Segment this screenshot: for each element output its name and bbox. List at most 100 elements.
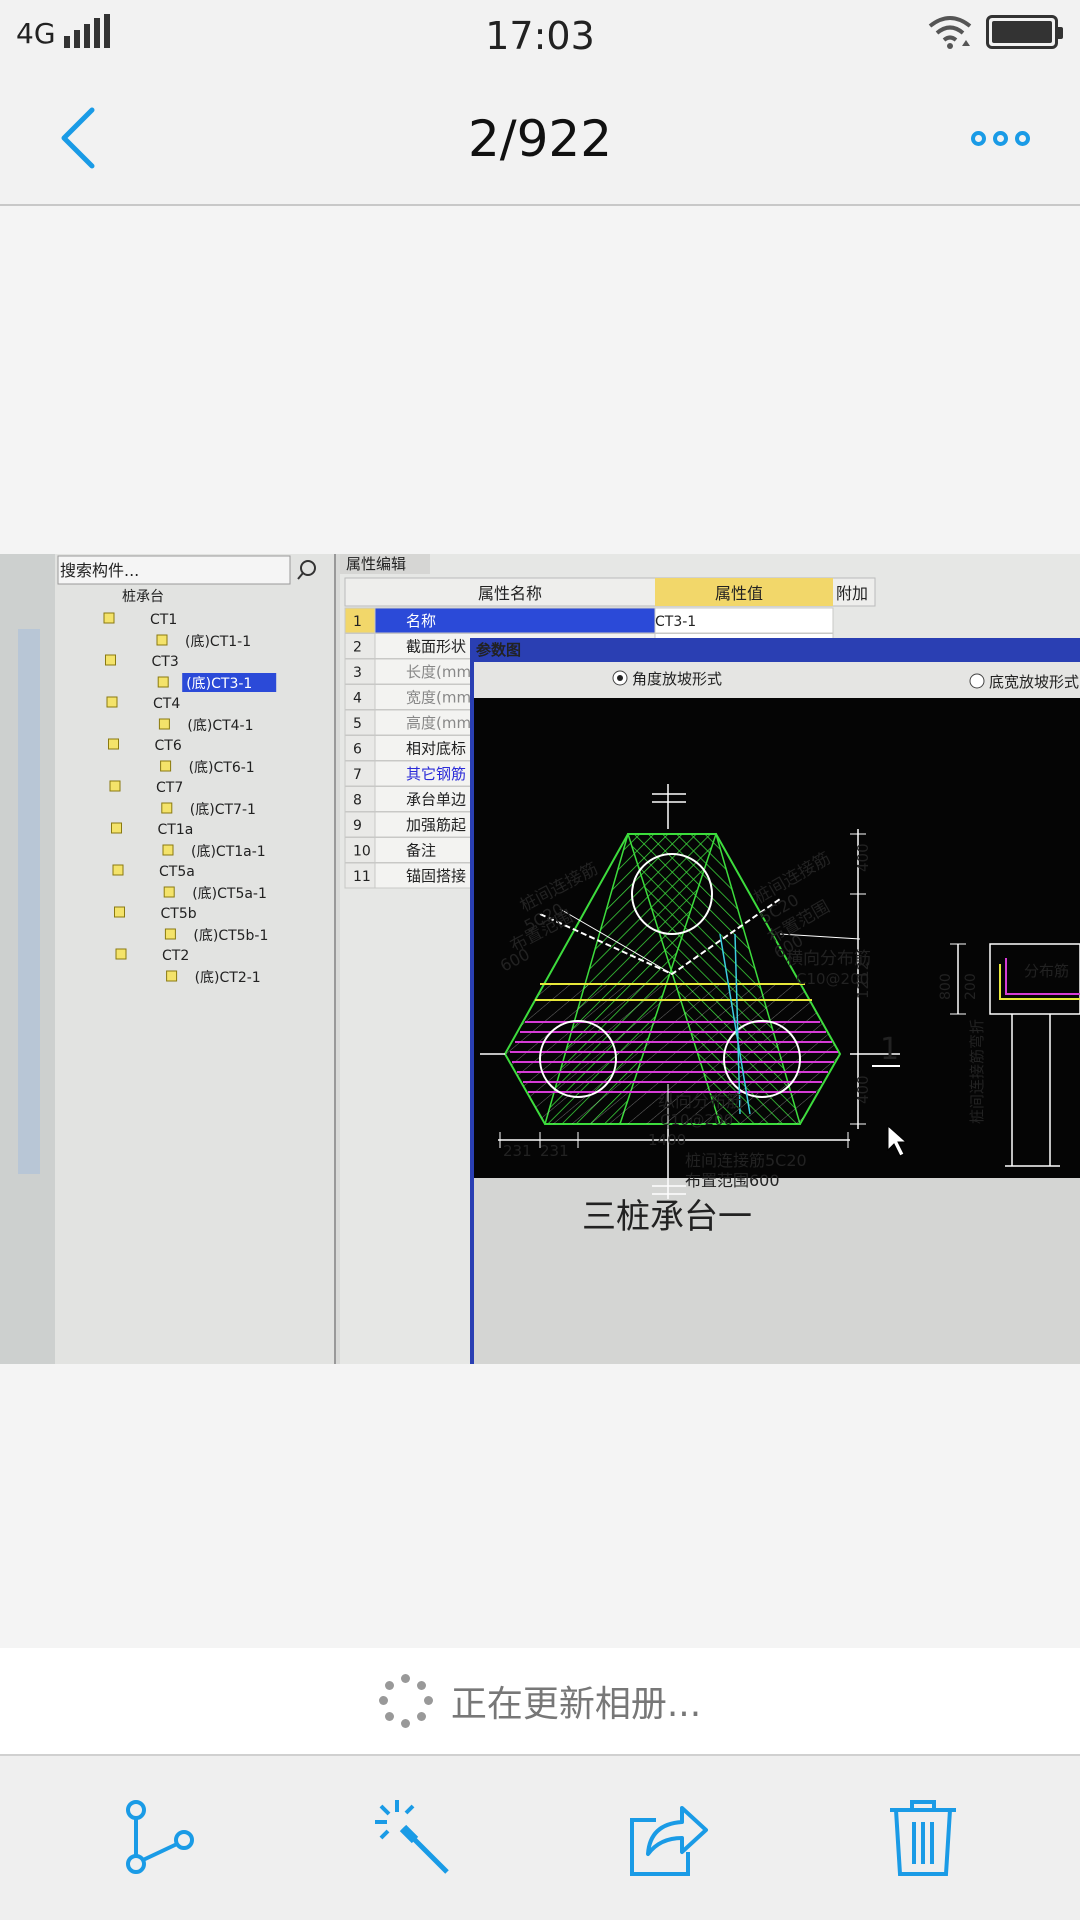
wifi-icon	[928, 16, 972, 49]
row-name: 锚固搭接	[406, 867, 466, 885]
tree-item: (底)CT5a-1	[192, 886, 267, 902]
row-name: 备注	[406, 842, 436, 860]
label-longitudinal: 纵向分布筋	[658, 1092, 743, 1112]
tree-node-icon	[157, 676, 169, 688]
tree-item: (底)CT4-1	[187, 718, 253, 734]
tree-item: (底)CT3-1	[186, 676, 252, 692]
edit-button[interactable]	[353, 1778, 473, 1898]
header-extra: 附加	[836, 584, 868, 603]
row-name: 名称	[406, 612, 436, 630]
row-number: 9	[353, 818, 362, 834]
row-name: 宽度(mm	[406, 689, 471, 707]
bottom-toolbar	[0, 1754, 1080, 1920]
radio-angle: 角度放坡形式	[632, 670, 722, 688]
photo-content: 搜索构件... 桩承台 CT1 (底)CT1-1 CT3 (底)CT3-1 CT4 (底)C…	[0, 554, 1080, 1364]
row-number: 4	[353, 691, 362, 707]
label-c10-longitudinal: C10@200	[660, 1111, 733, 1129]
more-dot	[992, 130, 1008, 146]
tree-item: CT5a	[159, 864, 195, 880]
side-label: 桩间连接筋弯折	[968, 1019, 986, 1124]
dim-231-a: 231	[503, 1142, 532, 1160]
row-number: 10	[353, 844, 371, 860]
album-update-bar: 正在更新相册...	[0, 1648, 1080, 1754]
photo-viewer[interactable]: 搜索构件... 桩承台 CT1 (底)CT1-1 CT3 (底)CT3-1 CT4 (底)C…	[0, 554, 1080, 1364]
photo-counter: 2/922	[467, 110, 613, 168]
export-button[interactable]	[608, 1778, 728, 1898]
section-mark: 1	[880, 1032, 899, 1067]
row-number: 5	[353, 716, 362, 732]
nav-bar: 2/922	[0, 70, 1080, 206]
tree-item: CT7	[156, 780, 183, 796]
tree-node-icon	[166, 970, 178, 982]
tree-node-icon	[109, 780, 121, 792]
search-input: 搜索构件...	[60, 561, 139, 580]
status-right	[928, 14, 1063, 50]
tree-node-icon	[158, 718, 170, 730]
status-time: 17:03	[485, 14, 595, 58]
tree-item: (底)CT6-1	[189, 760, 255, 776]
tree-item: CT1	[150, 612, 177, 628]
row-name: 截面形状	[406, 638, 466, 656]
tree-node-icon	[103, 612, 115, 624]
tree-node-icon	[162, 844, 174, 856]
row-name: 高度(mm	[406, 714, 471, 732]
panel-tab: 属性编辑	[346, 555, 406, 573]
radio-width: 底宽放坡形式	[989, 673, 1079, 691]
loading-spinner-icon	[378, 1674, 433, 1728]
row-number: 8	[353, 793, 362, 809]
row-name: 长度(mm	[406, 663, 471, 681]
label-bottom-connect: 桩间连接筋5C20	[685, 1151, 807, 1170]
tree-node-icon	[106, 696, 118, 708]
more-button[interactable]	[960, 110, 1040, 166]
row-number: 1	[353, 614, 362, 630]
status-bar: 4G 17:03	[0, 0, 1080, 70]
share-graph-icon	[125, 1800, 194, 1874]
row-name: 承台单边	[406, 791, 466, 809]
row-number: 11	[353, 869, 371, 885]
tree-node-icon	[111, 822, 122, 834]
delete-button[interactable]	[863, 1778, 983, 1898]
back-button[interactable]	[40, 100, 116, 176]
tree-node-icon	[156, 634, 168, 646]
dim-231-b: 231	[540, 1142, 569, 1160]
side-800: 800	[938, 973, 954, 1000]
row-value: CT3-1	[655, 614, 696, 630]
tree-item: (底)CT2-1	[195, 970, 261, 986]
side-dist-label: 分布筋	[1024, 962, 1069, 980]
more-dot	[1014, 130, 1030, 146]
tree-item: CT5b	[161, 906, 197, 922]
share-button[interactable]	[98, 1778, 218, 1898]
tree-node-icon	[161, 802, 173, 814]
row-number: 3	[353, 665, 362, 681]
tree-node-icon	[164, 928, 176, 940]
tree-node-icon	[160, 760, 172, 772]
row-number: 7	[353, 767, 362, 783]
tree-item: CT6	[155, 738, 182, 754]
row-number: 6	[353, 742, 362, 758]
dialog-title: 参数图	[476, 641, 521, 659]
tree-item: CT2	[162, 948, 189, 964]
export-icon	[629, 1806, 708, 1876]
row-name: 加强筋起	[406, 816, 466, 834]
tree-node-icon	[112, 864, 124, 876]
tree-item: (底)CT5b-1	[193, 928, 268, 944]
tree-node-icon	[105, 654, 116, 666]
label-bottom-range: 布置范围600	[685, 1171, 780, 1190]
tree-node-icon	[114, 906, 125, 918]
side-200: 200	[963, 973, 979, 1000]
row-name: 其它钢筋	[406, 765, 466, 783]
tree-item: (底)CT1a-1	[191, 844, 266, 860]
dim-1400: 1400	[648, 1131, 686, 1149]
header-value: 属性值	[715, 584, 763, 603]
tree-item: CT3	[152, 654, 179, 670]
tree-item: (底)CT7-1	[190, 802, 256, 818]
dim-400-bottom: 400	[854, 1075, 872, 1104]
chevron-left-icon	[61, 107, 95, 169]
row-number: 2	[353, 640, 362, 656]
battery-icon	[986, 15, 1063, 49]
magic-wand-icon	[374, 1800, 449, 1874]
drawing-title: 三桩承台一	[582, 1197, 752, 1237]
tree-node-icon	[115, 948, 127, 960]
dim-400-top: 400	[854, 843, 872, 872]
tree-item: CT1a	[158, 822, 194, 838]
